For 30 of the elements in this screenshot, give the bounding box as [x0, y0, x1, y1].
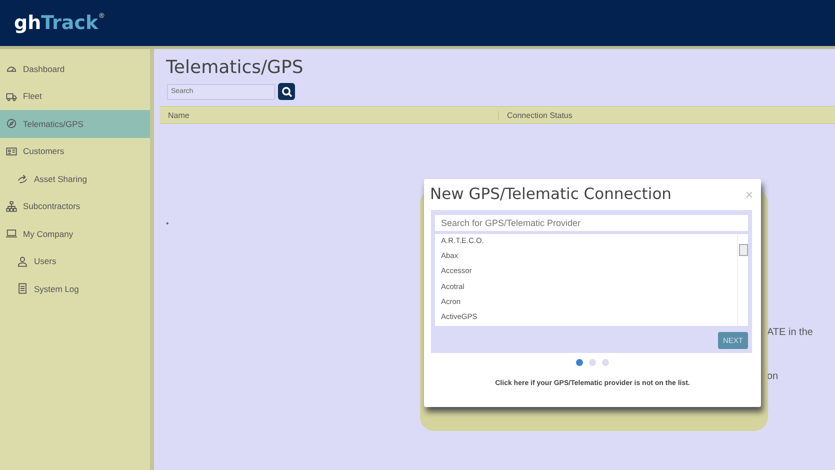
- sidebar-item[interactable]: My Company: [0, 220, 150, 248]
- share-icon: [17, 173, 28, 184]
- sidebar-item[interactable]: Telematics/GPS: [0, 110, 150, 138]
- truck-icon: [6, 90, 17, 102]
- step-dot[interactable]: [602, 359, 609, 366]
- laptop-icon: [6, 228, 17, 240]
- id-card-icon: [6, 146, 17, 157]
- dialog-title: New GPS/Telematic Connection: [430, 185, 672, 203]
- sidebar-item[interactable]: Dashboard: [0, 55, 150, 82]
- search-button[interactable]: [278, 83, 295, 100]
- page-title: Telematics/GPS: [165, 57, 304, 80]
- body-text: ATE in the: [767, 327, 813, 338]
- scrollbar[interactable]: [737, 234, 748, 326]
- sidebar-item[interactable]: System Log: [0, 275, 150, 302]
- bullet-mark: •: [166, 219, 169, 228]
- sidebar-item[interactable]: Subcontractors: [0, 192, 150, 220]
- sidebar-item[interactable]: Users: [0, 248, 150, 275]
- compass-icon: [6, 118, 17, 130]
- provider-search-field[interactable]: Search for GPS/Telematic Provider: [435, 215, 748, 231]
- step-dot[interactable]: [576, 359, 583, 366]
- document-icon: [17, 283, 28, 294]
- sidebar-item[interactable]: Fleet: [0, 82, 150, 110]
- logo: ghTrack$^{®}$: [14, 12, 106, 34]
- step-dot[interactable]: [589, 359, 596, 366]
- column-header: Name: [160, 110, 499, 120]
- hierarchy-icon: [6, 200, 17, 212]
- user-icon: [17, 256, 28, 267]
- sidebar-item[interactable]: Customers: [0, 138, 150, 165]
- column-header: Connection Status: [506, 110, 572, 120]
- sidebar-item[interactable]: Asset Sharing: [0, 165, 150, 192]
